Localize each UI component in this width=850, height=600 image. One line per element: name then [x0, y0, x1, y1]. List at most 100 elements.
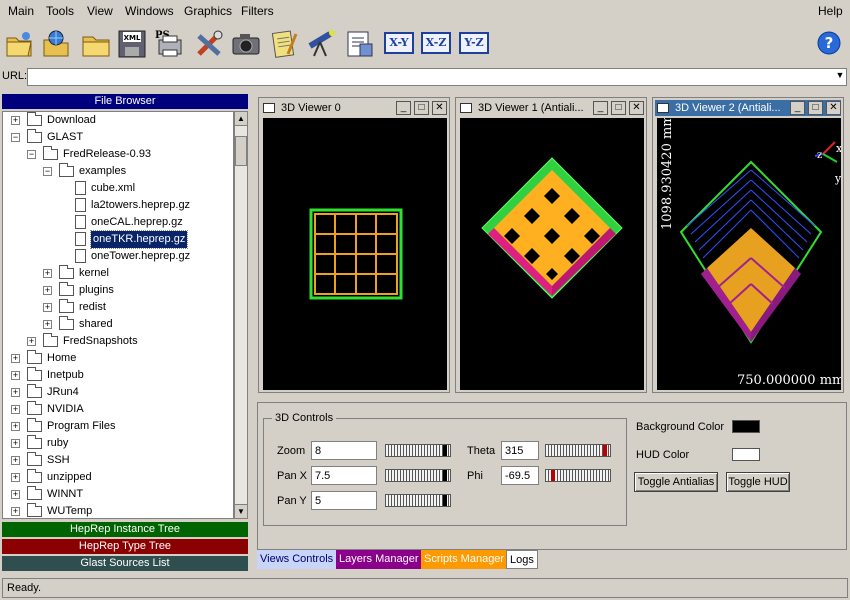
expand-icon[interactable]: +: [43, 286, 52, 295]
maximize-button[interactable]: □: [808, 101, 823, 115]
tree-row[interactable]: − GLAST: [3, 129, 233, 146]
tab-scripts-manager[interactable]: Scripts Manager: [421, 550, 508, 569]
minimize-button[interactable]: _: [593, 101, 608, 115]
zoom-slider[interactable]: [385, 444, 451, 457]
theta-slider[interactable]: [545, 444, 611, 457]
view-yz-button[interactable]: Y-Z: [459, 32, 489, 54]
url-input[interactable]: [27, 68, 847, 86]
tree-row[interactable]: + WINNT: [3, 486, 233, 503]
tree-row[interactable]: + NVIDIA: [3, 401, 233, 418]
menu-graphics[interactable]: Graphics: [184, 4, 232, 18]
tree-row[interactable]: + shared: [3, 316, 233, 333]
tree-row[interactable]: + Program Files: [3, 418, 233, 435]
menu-tools[interactable]: Tools: [46, 4, 74, 18]
expand-icon[interactable]: +: [43, 303, 52, 312]
hud-color-swatch[interactable]: [732, 448, 760, 461]
close-button[interactable]: ✕: [629, 101, 644, 115]
viewer-0-titlebar[interactable]: 3D Viewer 0 _ □ ✕: [261, 100, 447, 116]
expand-icon[interactable]: +: [11, 422, 20, 431]
tree-row[interactable]: + kernel: [3, 265, 233, 282]
pan-y-input[interactable]: [311, 491, 377, 510]
tree-row[interactable]: − FredRelease-0.93: [3, 146, 233, 163]
phi-slider[interactable]: [545, 469, 611, 482]
tree-row[interactable]: oneTower.heprep.gz: [3, 248, 233, 265]
menu-view[interactable]: View: [87, 4, 113, 18]
viewer-1-canvas[interactable]: [460, 118, 644, 390]
expand-icon[interactable]: +: [11, 507, 20, 516]
expand-icon[interactable]: +: [11, 116, 20, 125]
tree-row[interactable]: + Home: [3, 350, 233, 367]
tree-row[interactable]: + ruby: [3, 435, 233, 452]
phi-input[interactable]: [501, 466, 539, 485]
menu-windows[interactable]: Windows: [125, 4, 174, 18]
telescope-icon[interactable]: [306, 28, 338, 60]
expand-icon[interactable]: +: [43, 269, 52, 278]
scroll-thumb[interactable]: [235, 136, 247, 166]
expand-icon[interactable]: +: [11, 371, 20, 380]
chevron-down-icon[interactable]: ▼: [834, 70, 846, 84]
expand-icon[interactable]: +: [11, 439, 20, 448]
tree-row[interactable]: + SSH: [3, 452, 233, 469]
tree-row[interactable]: − examples: [3, 163, 233, 180]
viewer-1-window[interactable]: 3D Viewer 1 (Antiali... _ □ ✕: [455, 97, 647, 393]
camera-icon[interactable]: [230, 28, 262, 60]
expand-icon[interactable]: +: [27, 337, 36, 346]
network-open-icon[interactable]: [40, 28, 72, 60]
folder-icon[interactable]: [80, 28, 112, 60]
theta-slider-knob[interactable]: [603, 445, 607, 456]
script-icon[interactable]: [344, 28, 376, 60]
tree-row[interactable]: oneTKR.heprep.gz: [3, 230, 233, 249]
zoom-slider-knob[interactable]: [443, 445, 447, 456]
expand-icon[interactable]: +: [11, 456, 20, 465]
tree-scrollbar[interactable]: ▲ ▼: [234, 111, 248, 519]
minimize-button[interactable]: _: [396, 101, 411, 115]
tab-views-controls[interactable]: Views Controls: [257, 550, 337, 569]
zoom-input[interactable]: [311, 441, 377, 460]
expand-icon[interactable]: +: [11, 388, 20, 397]
glast-sources-list-bar[interactable]: Glast Sources List: [2, 556, 248, 571]
close-button[interactable]: ✕: [826, 101, 841, 115]
tree-row[interactable]: + FredSnapshots: [3, 333, 233, 350]
tab-logs[interactable]: Logs: [506, 550, 538, 569]
xml-save-icon[interactable]: XML: [116, 28, 148, 60]
background-color-swatch[interactable]: [732, 420, 760, 433]
pan-x-input[interactable]: [311, 466, 377, 485]
maximize-button[interactable]: □: [414, 101, 429, 115]
viewer-1-titlebar[interactable]: 3D Viewer 1 (Antiali... _ □ ✕: [458, 100, 644, 116]
pan-x-slider[interactable]: [385, 469, 451, 482]
maximize-button[interactable]: □: [611, 101, 626, 115]
collapse-icon[interactable]: −: [11, 133, 20, 142]
collapse-icon[interactable]: −: [27, 150, 36, 159]
tree-row[interactable]: oneCAL.heprep.gz: [3, 214, 233, 231]
viewer-2-window[interactable]: 3D Viewer 2 (Antiali... _ □ ✕ x z y 1098…: [652, 97, 844, 393]
phi-slider-knob[interactable]: [551, 470, 555, 481]
viewer-2-canvas[interactable]: x z y 1098.930420 mm 750.000000 mm: [657, 118, 841, 390]
tree-row[interactable]: + WUTemp: [3, 503, 233, 518]
view-xz-button[interactable]: X-Z: [421, 32, 451, 54]
tree-row[interactable]: + unzipped: [3, 469, 233, 486]
tree-row[interactable]: + redist: [3, 299, 233, 316]
view-xy-button[interactable]: X-Y: [384, 32, 414, 54]
toggle-antialias-button[interactable]: Toggle Antialias: [634, 472, 718, 492]
open-file-icon[interactable]: [4, 28, 36, 60]
scroll-up-icon[interactable]: ▲: [235, 112, 247, 126]
heprep-instance-tree-bar[interactable]: HepRep Instance Tree: [2, 522, 248, 537]
tab-layers-manager[interactable]: Layers Manager: [336, 550, 422, 569]
viewer-2-titlebar[interactable]: 3D Viewer 2 (Antiali... _ □ ✕: [655, 100, 841, 116]
expand-icon[interactable]: +: [11, 405, 20, 414]
ps-print-icon[interactable]: PS: [153, 28, 185, 60]
tree-row[interactable]: la2towers.heprep.gz: [3, 197, 233, 214]
expand-icon[interactable]: +: [11, 473, 20, 482]
expand-icon[interactable]: +: [11, 354, 20, 363]
heprep-type-tree-bar[interactable]: HepRep Type Tree: [2, 539, 248, 554]
expand-icon[interactable]: +: [11, 490, 20, 499]
collapse-icon[interactable]: −: [43, 167, 52, 176]
notepad-icon[interactable]: [268, 28, 300, 60]
tree-row[interactable]: + plugins: [3, 282, 233, 299]
viewer-0-canvas[interactable]: [263, 118, 447, 390]
menu-filters[interactable]: Filters: [241, 4, 274, 18]
tree-row[interactable]: + JRun4: [3, 384, 233, 401]
scroll-down-icon[interactable]: ▼: [235, 504, 247, 518]
minimize-button[interactable]: _: [790, 101, 805, 115]
file-browser-header[interactable]: File Browser: [2, 94, 248, 109]
